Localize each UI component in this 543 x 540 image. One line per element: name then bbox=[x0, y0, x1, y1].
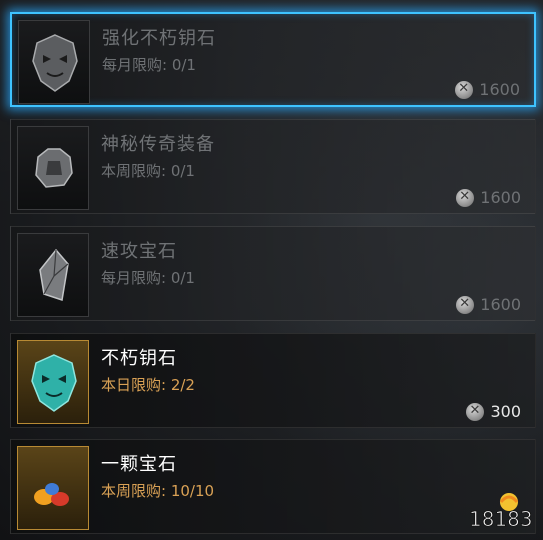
item-icon-frame bbox=[17, 446, 89, 530]
purchase-limit: 每月限购: 0/1 bbox=[102, 56, 196, 74]
teal-mask-key-icon bbox=[31, 354, 77, 412]
purchase-limit: 本日限购: 2/2 bbox=[101, 376, 195, 394]
price: 1600 bbox=[456, 295, 521, 314]
watermark-logo: 18183 bbox=[469, 493, 533, 531]
item-icon-frame bbox=[17, 233, 89, 317]
currency-icon bbox=[455, 80, 474, 99]
mask-key-icon bbox=[32, 34, 78, 92]
shop-item-4[interactable]: 不朽钥石 本日限购: 2/2 300 bbox=[10, 333, 536, 428]
gems-icon bbox=[34, 483, 69, 506]
item-icon-frame bbox=[17, 126, 89, 210]
currency-icon bbox=[456, 295, 475, 314]
price: 1600 bbox=[456, 188, 521, 207]
item-title: 一颗宝石 bbox=[101, 454, 177, 475]
item-title: 神秘传奇装备 bbox=[101, 134, 215, 155]
crystal-shard-icon bbox=[39, 248, 69, 301]
svg-text:18183: 18183 bbox=[469, 507, 533, 531]
item-icon-frame bbox=[18, 20, 90, 104]
price: 1600 bbox=[455, 80, 520, 99]
shop-list: 强化不朽钥石 每月限购: 0/1 1600 神秘传奇装备 本周限购: 0/1 1… bbox=[0, 0, 543, 540]
price: 300 bbox=[466, 402, 521, 421]
shop-item-2[interactable]: 神秘传奇装备 本周限购: 0/1 1600 bbox=[10, 119, 536, 214]
purchase-limit: 每月限购: 0/1 bbox=[101, 269, 195, 287]
price-value: 300 bbox=[490, 402, 521, 421]
price-value: 1600 bbox=[480, 295, 521, 314]
item-icon-frame bbox=[17, 340, 89, 424]
shop-item-5[interactable]: 一颗宝石 本周限购: 10/10 bbox=[10, 439, 536, 534]
price-value: 1600 bbox=[479, 80, 520, 99]
price-value: 1600 bbox=[480, 188, 521, 207]
item-title: 不朽钥石 bbox=[101, 348, 177, 369]
item-title: 速攻宝石 bbox=[101, 241, 177, 262]
item-title: 强化不朽钥石 bbox=[102, 28, 216, 49]
currency-icon bbox=[466, 402, 485, 421]
shop-item-3[interactable]: 速攻宝石 每月限购: 0/1 1600 bbox=[10, 226, 536, 321]
shop-item-1[interactable]: 强化不朽钥石 每月限购: 0/1 1600 bbox=[10, 12, 536, 107]
purchase-limit: 本周限购: 0/1 bbox=[101, 162, 195, 180]
currency-icon bbox=[456, 188, 475, 207]
armor-icon bbox=[35, 148, 73, 188]
purchase-limit: 本周限购: 10/10 bbox=[101, 482, 215, 500]
